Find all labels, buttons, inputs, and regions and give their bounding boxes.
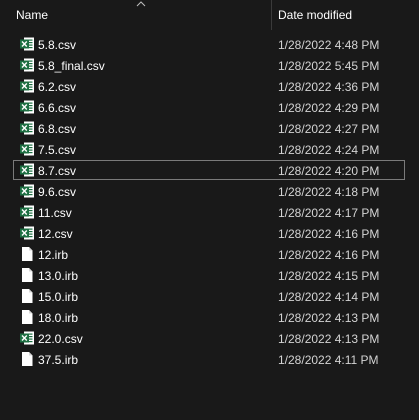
file-row[interactable]: 6.8.csv 1/28/2022 4:27 PM (0, 118, 419, 139)
excel-csv-icon (19, 78, 35, 94)
excel-csv-icon (19, 204, 35, 220)
file-row[interactable]: 7.5.csv 1/28/2022 4:24 PM (0, 139, 419, 160)
date-modified-column-header[interactable]: Date modified (272, 0, 419, 30)
chevron-up-icon (136, 1, 146, 7)
excel-csv-icon (19, 141, 35, 157)
file-row[interactable]: 5.8.csv 1/28/2022 4:48 PM (0, 34, 419, 55)
file-name: 22.0.csv (38, 332, 83, 346)
generic-file-icon (19, 309, 35, 325)
file-date-modified: 1/28/2022 4:15 PM (278, 269, 380, 283)
file-row[interactable]: 12.irb 1/28/2022 4:16 PM (0, 244, 419, 265)
file-explorer: Name Date modified 5.8.csv 1/28/2022 4:48… (0, 0, 419, 420)
file-list: 5.8.csv 1/28/2022 4:48 PM 5.8_final.csv 1/2… (0, 34, 419, 370)
file-date-modified: 1/28/2022 4:14 PM (278, 290, 380, 304)
file-row[interactable]: 22.0.csv 1/28/2022 4:13 PM (0, 328, 419, 349)
file-row[interactable]: 9.6.csv 1/28/2022 4:18 PM (0, 181, 419, 202)
excel-csv-icon (19, 183, 35, 199)
file-date-modified: 1/28/2022 4:24 PM (278, 143, 380, 157)
excel-csv-icon (19, 162, 35, 178)
file-row[interactable]: 11.csv 1/28/2022 4:17 PM (0, 202, 419, 223)
file-row[interactable]: 13.0.irb 1/28/2022 4:15 PM (0, 265, 419, 286)
excel-csv-icon (19, 120, 35, 136)
generic-file-icon (19, 288, 35, 304)
file-date-modified: 1/28/2022 4:11 PM (278, 353, 379, 367)
file-name: 5.8.csv (38, 38, 77, 52)
file-date-modified: 1/28/2022 4:13 PM (278, 311, 380, 325)
file-date-modified: 1/28/2022 4:18 PM (278, 185, 380, 199)
file-date-modified: 1/28/2022 4:29 PM (278, 101, 380, 115)
file-date-modified: 1/28/2022 4:13 PM (278, 332, 380, 346)
excel-csv-icon (19, 330, 35, 346)
file-name: 6.6.csv (38, 101, 77, 115)
file-row[interactable]: 6.6.csv 1/28/2022 4:29 PM (0, 97, 419, 118)
file-date-modified: 1/28/2022 5:45 PM (278, 59, 380, 73)
excel-csv-icon (19, 99, 35, 115)
file-date-modified: 1/28/2022 4:16 PM (278, 227, 380, 241)
file-name: 6.8.csv (38, 122, 77, 136)
file-row[interactable]: 5.8_final.csv 1/28/2022 5:45 PM (0, 55, 419, 76)
file-row[interactable]: 15.0.irb 1/28/2022 4:14 PM (0, 286, 419, 307)
excel-csv-icon (19, 225, 35, 241)
file-date-modified: 1/28/2022 4:36 PM (278, 80, 380, 94)
generic-file-icon (19, 351, 35, 367)
file-name: 37.5.irb (38, 353, 79, 367)
file-date-modified: 1/28/2022 4:17 PM (278, 206, 380, 220)
date-modified-column-label: Date modified (278, 8, 353, 22)
file-name: 9.6.csv (38, 185, 77, 199)
generic-file-icon (19, 246, 35, 262)
file-name: 13.0.irb (38, 269, 79, 283)
file-name: 18.0.irb (38, 311, 79, 325)
file-name: 8.7.csv (38, 164, 77, 178)
file-name: 11.csv (38, 206, 72, 220)
file-name: 6.2.csv (38, 80, 77, 94)
file-date-modified: 1/28/2022 4:20 PM (278, 164, 380, 178)
generic-file-icon (19, 267, 35, 283)
file-date-modified: 1/28/2022 4:48 PM (278, 38, 380, 52)
name-column-label: Name (16, 8, 49, 22)
column-header-bar: Name Date modified (0, 0, 419, 30)
file-row[interactable]: 8.7.csv 1/28/2022 4:20 PM (0, 160, 419, 181)
name-column-header[interactable]: Name (0, 0, 271, 30)
excel-csv-icon (19, 36, 35, 52)
file-name: 12.irb (38, 248, 69, 262)
file-name: 12.csv (38, 227, 73, 241)
file-date-modified: 1/28/2022 4:27 PM (278, 122, 380, 136)
excel-csv-icon (19, 57, 35, 73)
file-name: 7.5.csv (38, 143, 77, 157)
file-name: 15.0.irb (38, 290, 79, 304)
file-row[interactable]: 18.0.irb 1/28/2022 4:13 PM (0, 307, 419, 328)
file-name: 5.8_final.csv (38, 59, 105, 73)
file-row[interactable]: 37.5.irb 1/28/2022 4:11 PM (0, 349, 419, 370)
file-row[interactable]: 6.2.csv 1/28/2022 4:36 PM (0, 76, 419, 97)
file-date-modified: 1/28/2022 4:16 PM (278, 248, 380, 262)
file-row[interactable]: 12.csv 1/28/2022 4:16 PM (0, 223, 419, 244)
